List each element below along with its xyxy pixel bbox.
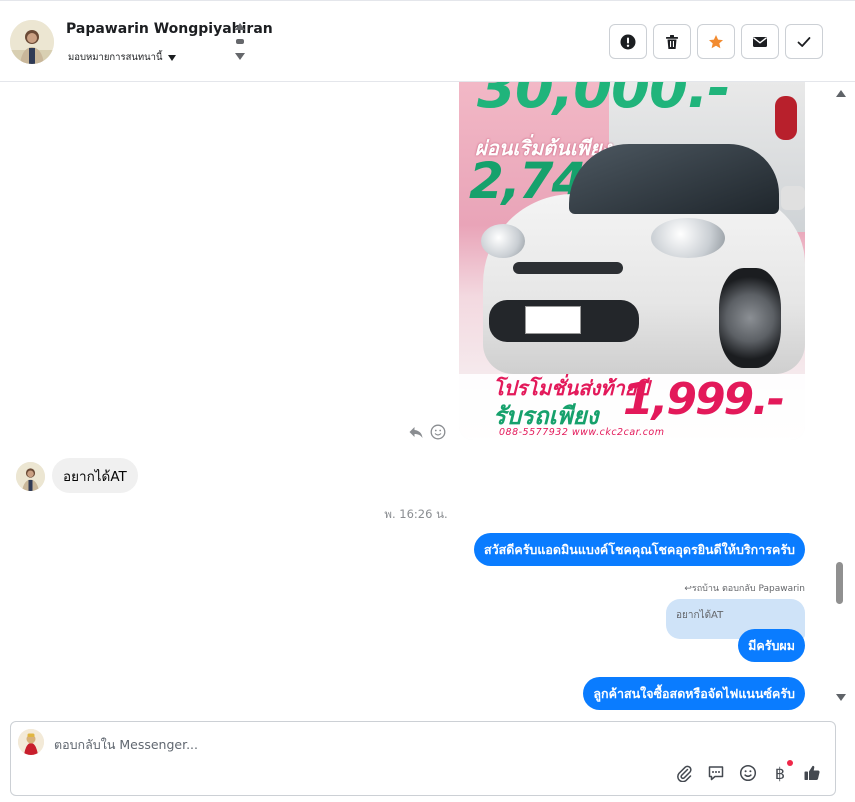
chat-bubble-icon [708,766,724,781]
delete-button[interactable] [653,24,691,59]
ad-contact: 088-5577932 www.ckc2car.com [499,427,665,438]
message-thread: 30,000.- ผ่อนเริ่มต้นเพียง 2,747 โปรโมชั… [0,82,836,714]
outgoing-message[interactable]: ลูกค้าสนใจซื้อสดหรือจัดไฟแนนซ์ครับ [583,677,805,710]
reply-icon[interactable] [408,424,424,440]
conversation-nav [235,23,247,63]
emoji-react-icon[interactable] [430,424,446,440]
reply-composer: ฿ [10,721,836,796]
ad-price-text: 30,000.- [477,82,731,121]
conversation-actions [609,24,823,59]
incoming-message[interactable]: อยากได้AT [52,458,138,493]
car-taillight [775,96,797,140]
envelope-icon [753,36,767,47]
trash-icon [666,34,678,49]
paperclip-icon [677,765,692,782]
car-grille [513,262,623,274]
thumbs-up-icon [804,765,820,780]
sender-avatar[interactable] [16,462,45,491]
car-license-plate [525,306,581,334]
report-icon [620,34,636,49]
mark-done-button[interactable] [785,24,823,59]
notification-dot [787,760,793,766]
mark-unread-button[interactable] [741,24,779,59]
baht-icon: ฿ [774,763,786,783]
message-hover-actions [408,424,446,440]
contact-avatar[interactable] [10,20,54,64]
previous-conversation-icon[interactable] [235,23,245,30]
outgoing-message[interactable]: มีครับผม [738,629,805,662]
like-button[interactable] [803,764,821,782]
emoji-button[interactable] [739,764,757,782]
assign-conversation-dropdown[interactable]: มอบหมายการสนทนานี้ [68,50,176,65]
caret-down-icon [167,54,176,61]
car-headlight-right [651,218,725,258]
reply-context-label: ↩รถบ้าน ตอบกลับ Papawarin [684,584,805,594]
star-button[interactable] [697,24,735,59]
scroll-up-icon[interactable] [836,90,846,97]
composer-toolbar: ฿ [675,760,821,783]
scroll-down-icon[interactable] [836,694,846,701]
next-conversation-icon[interactable] [235,53,245,60]
attach-button[interactable] [675,764,693,782]
car-headlight-left [481,224,525,258]
car-windshield [569,144,779,214]
nav-separator-icon [236,39,244,44]
thread-scrollbar[interactable] [832,82,850,714]
scroll-thumb[interactable] [836,562,843,604]
star-icon [709,34,723,48]
payment-button[interactable]: ฿ [771,760,793,783]
car-mirror [781,186,805,210]
message-timestamp: พ. 16:26 น. [0,506,836,524]
timestamp-text: พ. 16:26 น. [384,507,448,521]
page-avatar [18,729,44,755]
ad-image-attachment[interactable]: 30,000.- ผ่อนเริ่มต้นเพียง 2,747 โปรโมชั… [459,82,805,440]
saved-replies-button[interactable] [707,764,725,782]
reply-input[interactable] [54,734,654,754]
report-button[interactable] [609,24,647,59]
car-wheel [719,268,781,368]
conversation-header: Papawarin Wongpiyahiran มอบหมายการสนทนาน… [0,0,855,82]
emoji-icon [739,764,757,782]
check-icon [797,36,811,47]
outgoing-message[interactable]: สวัสดีครับแอดมินแบงค์โชคคุณโชคอุดรยินดีใ… [473,533,805,566]
ad-promo-price: 1,999.- [623,374,785,425]
assign-label: มอบหมายการสนทนานี้ [68,52,163,63]
